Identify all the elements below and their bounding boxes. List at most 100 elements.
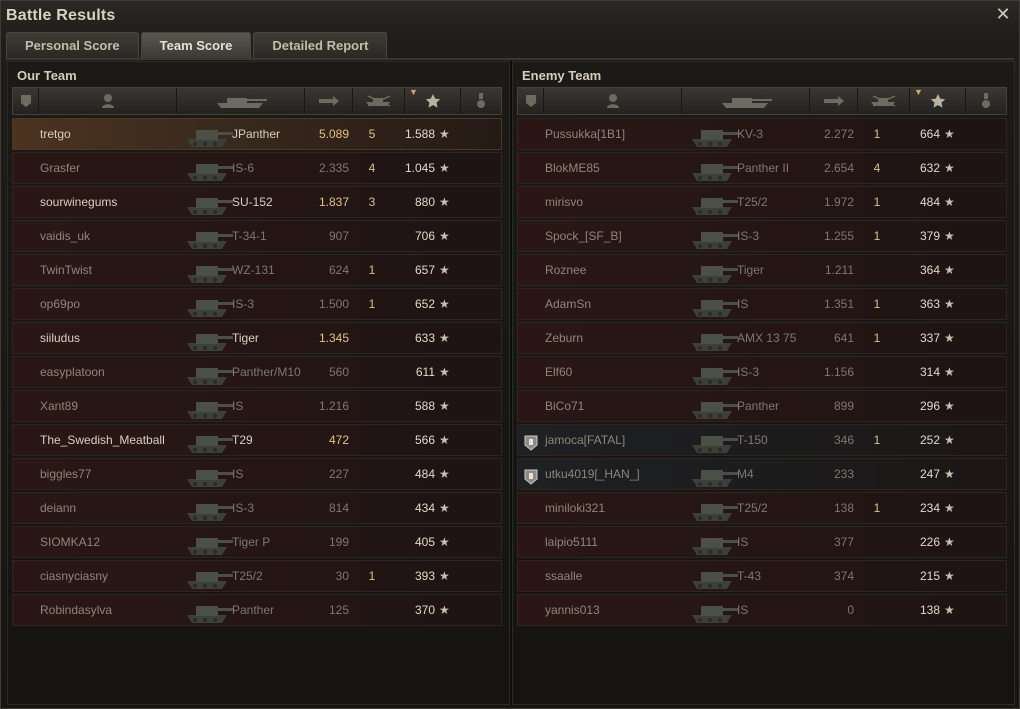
xp-star-icon: ★ <box>439 331 450 345</box>
vehicle-name: T-150 <box>737 433 768 447</box>
player-row[interactable]: deiann IS-3 814 434 ★ <box>12 492 502 524</box>
medal-column-header[interactable] <box>461 88 501 114</box>
player-row[interactable]: laipio5111 IS 377 226 ★ <box>517 526 1007 558</box>
player-row[interactable]: Elf60 IS-3 1.156 314 ★ <box>517 356 1007 388</box>
player-row[interactable]: Robindasylva Panther 125 370 ★ <box>12 594 502 626</box>
player-name: Xant89 <box>40 399 79 413</box>
player-row[interactable]: jamoca[FATAL] T-150 346 1 252 ★ <box>517 424 1007 456</box>
damage-column-header[interactable] <box>810 88 858 114</box>
vehicle-name: IS-3 <box>737 365 760 379</box>
player-row[interactable]: AdamSn IS 1.351 1 363 ★ <box>517 288 1007 320</box>
xp-value: 632 <box>919 161 940 175</box>
kills-value: 4 <box>368 161 376 175</box>
xp-value: 247 <box>919 467 940 481</box>
damage-value: 899 <box>833 399 854 413</box>
xp-column-header[interactable]: ▼ <box>405 87 461 114</box>
player-name: ssaalle <box>545 569 583 583</box>
player-row[interactable]: Roznee Tiger 1.211 364 ★ <box>517 254 1007 286</box>
tab-bar: Personal Score Team Score Detailed Repor… <box>6 32 388 58</box>
player-row[interactable]: BlokME85 Panther II 2.654 4 632 ★ <box>517 152 1007 184</box>
player-row[interactable]: miniloki321 T25/2 138 1 234 ★ <box>517 492 1007 524</box>
player-row[interactable]: siiludus Tiger 1.345 633 ★ <box>12 322 502 354</box>
damage-value: 125 <box>328 603 349 617</box>
xp-star-icon: ★ <box>439 433 450 447</box>
xp-value: 633 <box>414 331 435 345</box>
damage-icon <box>823 96 844 106</box>
xp-value: 566 <box>414 433 435 447</box>
player-row[interactable]: Spock_[SF_B] IS-3 1.255 1 379 ★ <box>517 220 1007 252</box>
vehicle-name: Panther <box>232 603 275 617</box>
xp-star-icon: ★ <box>439 297 450 311</box>
tab-detailed-report[interactable]: Detailed Report <box>253 32 388 58</box>
player-row[interactable]: SIOMKA12 Tiger P 199 405 ★ <box>12 526 502 558</box>
vehicle-name: IS <box>737 603 749 617</box>
tank-image-icon <box>183 495 235 523</box>
xp-star-icon: ★ <box>439 535 450 549</box>
player-row[interactable]: Xant89 IS 1.216 588 ★ <box>12 390 502 422</box>
squad-column-header[interactable] <box>518 88 544 114</box>
tank-image-icon <box>183 563 235 591</box>
player-name: sourwinegums <box>40 195 118 209</box>
damage-value: 1.351 <box>823 297 854 311</box>
vehicle-name: T29 <box>232 433 253 447</box>
player-row[interactable]: utku4019[_HAN_] M4 233 247 ★ <box>517 458 1007 490</box>
vehicle-name: M4 <box>737 467 754 481</box>
player-row[interactable]: easyplatoon Panther/M10 560 611 ★ <box>12 356 502 388</box>
vehicle-name: Tiger P <box>232 535 271 549</box>
medal-column-header[interactable] <box>966 88 1006 114</box>
xp-star-icon: ★ <box>439 603 450 617</box>
player-row[interactable]: TwinTwist WZ-131 624 1 657 ★ <box>12 254 502 286</box>
player-row[interactable]: ssaalle T-43 374 215 ★ <box>517 560 1007 592</box>
sort-arrow-icon: ▼ <box>409 87 418 97</box>
tank-image-icon <box>688 529 740 557</box>
player-row[interactable]: vaidis_uk T-34-1 907 706 ★ <box>12 220 502 252</box>
player-row[interactable]: Grasfer IS-6 2.335 4 1.045 ★ <box>12 152 502 184</box>
xp-value: 664 <box>919 127 940 141</box>
player-row[interactable]: sourwinegums SU-152 1.837 3 880 ★ <box>12 186 502 218</box>
player-row[interactable]: ciasnyciasny T25/2 30 1 393 ★ <box>12 560 502 592</box>
player-row[interactable]: The_Swedish_Meatball T29 472 566 ★ <box>12 424 502 456</box>
player-row[interactable]: op69po IS-3 1.500 1 652 ★ <box>12 288 502 320</box>
vehicle-name: Panther II <box>737 161 790 175</box>
player-row[interactable]: biggles77 IS 227 484 ★ <box>12 458 502 490</box>
damage-value: 2.272 <box>823 127 854 141</box>
player-row[interactable]: Pussukka[1B1] KV-3 2.272 1 664 ★ <box>517 118 1007 150</box>
player-row[interactable]: tretgo JPanther 5.089 5 1.588 ★ <box>12 118 502 150</box>
tank-image-icon <box>183 529 235 557</box>
xp-column-header[interactable]: ▼ <box>910 87 966 114</box>
xp-star-icon: ★ <box>439 127 450 141</box>
damage-column-header[interactable] <box>305 88 353 114</box>
xp-star-icon: ★ <box>439 569 450 583</box>
kills-value: 3 <box>368 195 376 209</box>
xp-value: 215 <box>919 569 940 583</box>
vehicle-column-header[interactable] <box>177 88 305 114</box>
player-row[interactable]: BiCo71 Panther 899 296 ★ <box>517 390 1007 422</box>
tank-image-icon <box>688 597 740 625</box>
squad-icon <box>525 95 536 107</box>
player-row[interactable]: mirisvo T25/2 1.972 1 484 ★ <box>517 186 1007 218</box>
vehicle-name: JPanther <box>232 127 281 141</box>
tank-image-icon <box>688 257 740 285</box>
tank-image-icon <box>688 155 740 183</box>
tab-team-score[interactable]: Team Score <box>140 32 252 58</box>
close-icon[interactable]: ✕ <box>994 5 1012 23</box>
tank-image-icon <box>183 359 235 387</box>
damage-value: 138 <box>833 501 854 515</box>
xp-star-icon: ★ <box>944 161 955 175</box>
kills-value: 1 <box>873 195 881 209</box>
tab-personal-score[interactable]: Personal Score <box>6 32 139 58</box>
player-row[interactable]: yannis013 IS 0 138 ★ <box>517 594 1007 626</box>
vehicle-column-header[interactable] <box>682 88 810 114</box>
kills-column-header[interactable] <box>858 88 910 114</box>
player-column-header[interactable] <box>544 88 682 114</box>
squad-column-header[interactable] <box>13 88 39 114</box>
xp-value: 370 <box>414 603 435 617</box>
kills-column-header[interactable] <box>353 88 405 114</box>
kills-value: 1 <box>368 263 376 277</box>
enemy-team-header: ▼ <box>517 87 1007 115</box>
damage-value: 1.972 <box>823 195 854 209</box>
player-column-header[interactable] <box>39 88 177 114</box>
kills-value: 1 <box>873 501 881 515</box>
player-row[interactable]: Zeburn AMX 13 75 641 1 337 ★ <box>517 322 1007 354</box>
xp-value: 652 <box>414 297 435 311</box>
